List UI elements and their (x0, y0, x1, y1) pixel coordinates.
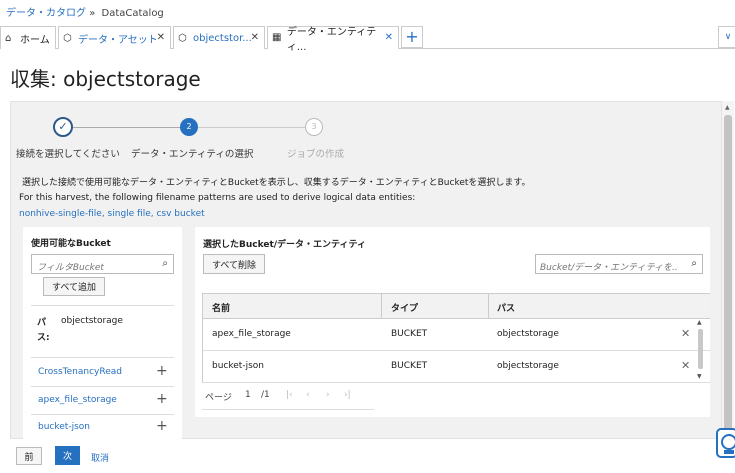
path-label: パス: (37, 318, 50, 343)
column-header-name[interactable]: 名前 (212, 301, 230, 314)
add-icon[interactable]: + (156, 363, 168, 379)
page-scrollbar[interactable]: ▲ (722, 101, 734, 439)
cell-path: objectstorage (497, 361, 559, 371)
cube-icon: ⬡ (63, 32, 72, 44)
first-page-icon[interactable]: |‹ (286, 390, 293, 400)
tab-bar: ⌂ ホーム ⬡ データ・アセット ✕ ⬡ objectstor... ✕ ▦ デ… (0, 24, 735, 53)
breadcrumb-root[interactable]: データ・カタログ (6, 8, 86, 19)
table-row[interactable]: apex_file_storage BUCKET objectstorage ✕ (202, 319, 710, 351)
table-row[interactable]: bucket-json BUCKET objectstorage ✕ (202, 351, 710, 383)
path-value: objectstorage (61, 316, 123, 326)
bucket-item-link[interactable]: CrossTenancyRead (38, 367, 122, 377)
home-icon: ⌂ (5, 32, 12, 44)
add-icon[interactable]: + (156, 391, 168, 407)
pagination: ページ 1 /1 |‹ ‹ › ›| (202, 383, 374, 410)
page-label: ページ (205, 393, 232, 403)
divider (31, 357, 174, 358)
search-icon[interactable]: ⌕ (691, 258, 697, 269)
scroll-up-icon[interactable]: ▲ (725, 104, 730, 111)
divider (31, 414, 174, 415)
previous-button[interactable]: 前 (16, 447, 42, 465)
breadcrumb-current: DataCatalog (101, 8, 164, 19)
remove-icon[interactable]: ✕ (681, 359, 690, 372)
selected-entities-panel: 選択したBucket/データ・エンティティ すべて削除 ⌕ 名前 タイプ パス … (195, 227, 710, 417)
close-icon[interactable]: ✕ (385, 32, 393, 43)
cancel-link[interactable]: 取消 (91, 451, 109, 464)
cell-name: bucket-json (212, 361, 264, 371)
page-current[interactable]: 1 (245, 390, 251, 400)
step-2-indicator: 2 (180, 118, 198, 136)
step-1-label[interactable]: 接続を選択してください (16, 146, 120, 160)
cell-type: BUCKET (391, 361, 428, 371)
entity-search-field[interactable]: ⌕ (535, 254, 703, 277)
step-connector (198, 127, 305, 128)
bucket-filter-input[interactable] (32, 259, 150, 277)
column-header-type[interactable]: タイプ (391, 301, 418, 314)
scrollbar-thumb[interactable] (698, 329, 703, 369)
add-tab-button[interactable]: + (401, 26, 423, 48)
table-icon: ▦ (272, 32, 282, 43)
tab-data-assets[interactable]: ⬡ データ・アセット ✕ (58, 26, 171, 49)
breadcrumb-separator: » (89, 8, 96, 19)
chevron-down-icon[interactable]: ∨ (718, 26, 735, 48)
filename-patterns-link[interactable]: nonhive-single-file, single file, csv bu… (19, 209, 205, 219)
entity-search-input[interactable] (536, 259, 678, 277)
close-icon[interactable]: ✕ (251, 32, 259, 43)
description-text: 選択した接続で使用可能なデータ・エンティティとBucketを表示し、収集するデー… (22, 178, 531, 188)
scroll-down-icon[interactable]: ▼ (697, 373, 702, 380)
filename-note: For this harvest, the following filename… (19, 193, 416, 203)
remove-icon[interactable]: ✕ (681, 327, 690, 340)
bucket-item-link[interactable]: apex_file_storage (38, 395, 117, 405)
bucket-filter-field[interactable]: ⌕ (31, 254, 174, 277)
divider (31, 386, 174, 387)
table-header: 名前 タイプ パス (202, 294, 710, 319)
scrollbar-thumb[interactable] (724, 115, 732, 437)
remove-all-button[interactable]: すべて削除 (203, 254, 265, 274)
column-divider (381, 294, 382, 319)
step-3-label: ジョブの作成 (287, 149, 345, 160)
panel-title: 使用可能なBucket (31, 239, 111, 249)
breadcrumb: データ・カタログ » DataCatalog (6, 4, 164, 19)
step-connector (73, 127, 180, 128)
step-2-label: データ・エンティティの選択 (131, 149, 254, 160)
add-all-button[interactable]: すべて追加 (43, 277, 105, 296)
table-scrollbar[interactable]: ▲ ▼ (696, 319, 704, 383)
tab-label: データ・アセット (78, 34, 158, 46)
tab-home[interactable]: ⌂ ホーム (0, 26, 56, 49)
step-3-indicator: 3 (305, 118, 323, 136)
bucket-item-link[interactable]: bucket-json (38, 422, 90, 432)
available-buckets-panel: 使用可能なBucket ⌕ すべて追加 パス: objectstorage Cr… (23, 227, 182, 439)
column-header-path[interactable]: パス (497, 301, 515, 314)
cell-path: objectstorage (497, 329, 559, 339)
tab-label: データ・エンティティ... (286, 26, 377, 53)
selected-entities-table: 名前 タイプ パス apex_file_storage BUCKET objec… (202, 293, 710, 383)
tab-objectstorage[interactable]: ⬡ objectstor... ✕ (173, 26, 265, 49)
prev-page-icon[interactable]: ‹ (306, 390, 310, 400)
tab-data-entities[interactable]: ▦ データ・エンティティ... ✕ (267, 26, 399, 53)
cell-type: BUCKET (391, 329, 428, 339)
step-1-check-icon[interactable]: ✓ (53, 117, 73, 137)
column-divider (488, 294, 489, 319)
scroll-up-icon[interactable]: ▲ (697, 319, 702, 326)
add-icon[interactable]: + (156, 418, 168, 434)
close-icon[interactable]: ✕ (157, 32, 165, 43)
search-icon[interactable]: ⌕ (162, 258, 168, 269)
divider (31, 305, 174, 306)
tab-label: objectstor... (193, 32, 252, 44)
last-page-icon[interactable]: ›| (344, 390, 351, 400)
panel-title: 選択したBucket/データ・エンティティ (203, 240, 366, 250)
help-icon[interactable] (716, 428, 735, 458)
cube-icon: ⬡ (178, 32, 187, 44)
tab-label: ホーム (20, 34, 50, 46)
page-title: 収集: objectstorage (10, 67, 201, 91)
next-page-icon[interactable]: › (326, 390, 330, 400)
page-total: /1 (261, 390, 270, 400)
cell-name: apex_file_storage (212, 329, 291, 339)
next-button[interactable]: 次 (55, 446, 80, 465)
